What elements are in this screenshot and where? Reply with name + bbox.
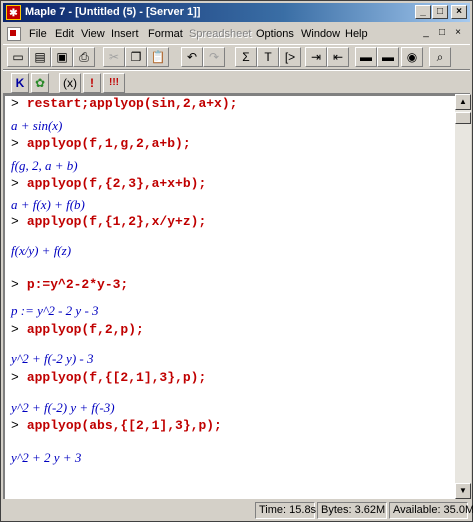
input-line[interactable]: > p:=y^2-2*y-3; <box>11 277 128 292</box>
output-line: a + sin(x) <box>11 118 63 133</box>
menu-file[interactable]: File <box>29 28 47 40</box>
new-file-icon[interactable]: ▭ <box>7 47 29 67</box>
scroll-up-arrow-icon[interactable]: ▲ <box>455 94 471 110</box>
open-folder-icon[interactable]: ▤ <box>29 47 51 67</box>
text-expr-button[interactable]: (x) <box>59 73 81 93</box>
redo-icon[interactable]: ↷ <box>203 47 225 67</box>
outdent-icon[interactable]: ⇤ <box>327 47 349 67</box>
prompt: > <box>11 322 19 337</box>
maximize-button[interactable]: □ <box>432 5 448 19</box>
text-input-button[interactable]: T <box>257 47 279 67</box>
status-bar: Time: 15.8s Bytes: 3.62M Available: 35.0… <box>3 501 473 520</box>
status-time: Time: 15.8s <box>255 502 316 519</box>
stop-icon[interactable]: ▬ <box>355 47 377 67</box>
output-line: f(x/y) + f(z) <box>11 243 72 258</box>
status-bytes: Bytes: 3.62M <box>317 502 387 519</box>
mdi-restore-button[interactable]: □ <box>436 28 448 40</box>
input-line[interactable]: > applyop(f,1,g,2,a+b); <box>11 136 191 151</box>
prompt: > <box>11 418 19 433</box>
prompt: > <box>11 96 19 111</box>
undo-icon[interactable]: ↶ <box>181 47 203 67</box>
save-disk-icon[interactable]: ▣ <box>51 47 73 67</box>
cut-icon[interactable]: ✂ <box>103 47 125 67</box>
output-line: f(g, 2, a + b) <box>11 158 78 173</box>
menu-options[interactable]: Options <box>256 28 294 40</box>
stop2-icon[interactable]: ▬ <box>377 47 399 67</box>
menu-view[interactable]: View <box>81 28 105 40</box>
input-line[interactable]: > applyop(f,{2,3},a+x+b); <box>11 176 206 191</box>
menu-insert[interactable]: Insert <box>111 28 139 40</box>
output-line: a + f(x) + f(b) <box>11 197 85 212</box>
command-text: applyop(f,{2,3},a+x+b); <box>26 176 207 191</box>
copy-icon[interactable]: ❐ <box>125 47 147 67</box>
scroll-down-arrow-icon[interactable]: ▼ <box>455 483 471 499</box>
input-line[interactable]: > applyop(f,2,p); <box>11 322 144 337</box>
sigma-math-input-button[interactable]: Σ <box>235 47 257 67</box>
prompt: > <box>11 370 19 385</box>
menu-bar: File Edit View Insert Format Spreadsheet… <box>3 24 470 44</box>
paste-icon[interactable]: 📋 <box>147 47 169 67</box>
command-text: applyop(abs,{[2,1],3},p); <box>26 418 222 433</box>
mdi-close-button[interactable]: × <box>452 28 464 40</box>
worksheet[interactable]: > restart;applyop(sin,2,a+x); a + sin(x) … <box>3 94 455 499</box>
prompt: > <box>11 277 19 292</box>
print-icon[interactable]: ⎙ <box>73 47 95 67</box>
output-line: y^2 + f(-2 y) - 3 <box>11 351 94 366</box>
command-text: applyop(f,{1,2},x/y+z); <box>26 214 207 229</box>
input-line[interactable]: > applyop(f,{[2,1],3},p); <box>11 370 206 385</box>
maple-input-button[interactable]: K <box>11 73 29 93</box>
restart-icon[interactable]: ◉ <box>401 47 423 67</box>
document-icon[interactable] <box>7 27 21 41</box>
output-line: y^2 + f(-2) y + f(-3) <box>11 400 115 415</box>
prompt: > <box>11 136 19 151</box>
execute-all-button[interactable]: !!! <box>103 73 125 93</box>
prompt: > <box>11 214 19 229</box>
prompt: > <box>11 176 19 191</box>
input-line[interactable]: > applyop(abs,{[2,1],3},p); <box>11 418 222 433</box>
scroll-thumb[interactable] <box>455 112 471 124</box>
command-text: restart;applyop(sin,2,a+x); <box>26 96 238 111</box>
maple-leaf-icon[interactable]: ✿ <box>31 73 49 93</box>
command-text: p:=y^2-2*y-3; <box>26 277 129 292</box>
menu-edit[interactable]: Edit <box>55 28 74 40</box>
menu-spreadsheet[interactable]: Spreadsheet <box>189 28 251 40</box>
indent-icon[interactable]: ⇥ <box>305 47 327 67</box>
status-available: Available: 35.0M <box>389 502 473 519</box>
menu-help[interactable]: Help <box>345 28 368 40</box>
input-line[interactable]: > applyop(f,{1,2},x/y+z); <box>11 214 206 229</box>
context-toolbar: K ✿ (x) ! !!! <box>3 70 470 94</box>
minimize-button[interactable]: _ <box>415 5 431 19</box>
execute-button[interactable]: ! <box>83 73 101 93</box>
vertical-scrollbar[interactable]: ▲ ▼ <box>455 94 471 499</box>
new-execution-group-button[interactable]: [> <box>279 47 301 67</box>
menu-window[interactable]: Window <box>301 28 340 40</box>
maple-leaf-icon[interactable]: ✱ <box>6 5 21 20</box>
main-toolbar: ▭ ▤ ▣ ⎙ ✂ ❐ 📋 ↶ ↷ Σ T [> ⇥ ⇤ ▬ ▬ ◉ ⌕ <box>3 44 470 70</box>
maple-window: ✱ Maple 7 - [Untitled (5) - [Server 1]] … <box>0 0 473 522</box>
mdi-minimize-button[interactable]: _ <box>420 28 432 40</box>
window-title: Maple 7 - [Untitled (5) - [Server 1]] <box>25 6 201 18</box>
menu-format[interactable]: Format <box>148 28 183 40</box>
zoom-icon[interactable]: ⌕ <box>429 47 451 67</box>
command-text: applyop(f,{[2,1],3},p); <box>26 370 207 385</box>
output-line: y^2 + 2 y + 3 <box>11 450 82 465</box>
command-text: applyop(f,1,g,2,a+b); <box>26 136 191 151</box>
close-button[interactable]: × <box>451 5 467 19</box>
command-text: applyop(f,2,p); <box>26 322 144 337</box>
input-line[interactable]: > restart;applyop(sin,2,a+x); <box>11 96 237 111</box>
title-bar[interactable]: ✱ Maple 7 - [Untitled (5) - [Server 1]] … <box>3 3 470 22</box>
output-line: p := y^2 - 2 y - 3 <box>11 303 99 318</box>
